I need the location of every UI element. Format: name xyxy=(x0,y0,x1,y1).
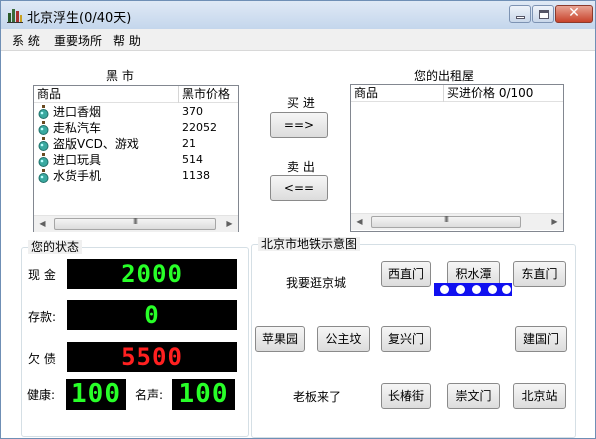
gourd-icon xyxy=(38,105,49,119)
item-price: 1138 xyxy=(182,169,210,182)
station-xizhimen[interactable]: 西直门 xyxy=(381,261,431,287)
item-price: 22052 xyxy=(182,121,217,134)
station-jianguomen[interactable]: 建国门 xyxy=(515,326,567,352)
station-changchunjie[interactable]: 长椿街 xyxy=(381,383,431,409)
station-chongwenmen[interactable]: 崇文门 xyxy=(447,383,500,409)
list-item[interactable]: 盗版VCD、游戏 21 xyxy=(34,136,238,152)
fame-display: 100 xyxy=(172,379,235,410)
station-dongzhimen[interactable]: 东直门 xyxy=(513,261,566,287)
fame-label: 名声: xyxy=(135,388,164,402)
building-icon xyxy=(7,9,23,23)
item-name: 进口香烟 xyxy=(53,105,102,119)
subway-dot xyxy=(502,285,511,294)
scroll-right-icon[interactable]: ▶ xyxy=(221,216,238,232)
black-market-list[interactable]: 商品 黑市价格 进口香烟 370 走私汽车 22052 盗版VCD、游戏 21 进口玩具 51… xyxy=(33,85,239,232)
title-bar: 北京浮生(0/40天) ✕ xyxy=(1,1,595,29)
rental-col-price[interactable]: 买进价格 0/100 xyxy=(444,85,563,102)
main-window: 北京浮生(0/40天) ✕ 系 统 重要场所 帮 助 黑 市 商品 黑市价格 进… xyxy=(0,0,596,439)
rental-scrollbar[interactable]: ◀ III ▶ xyxy=(351,213,563,230)
menu-system[interactable]: 系 统 xyxy=(12,32,40,49)
list-item[interactable]: 进口玩具 514 xyxy=(34,152,238,168)
rental-title: 您的出租屋 xyxy=(414,69,475,83)
col-price[interactable]: 黑市价格 xyxy=(179,86,238,103)
station-fuxingmen[interactable]: 复兴门 xyxy=(381,326,431,352)
item-name: 走私汽车 xyxy=(53,121,102,135)
station-beijingzhan[interactable]: 北京站 xyxy=(513,383,566,409)
boss-hint: 老板来了 xyxy=(293,390,342,404)
gourd-icon xyxy=(38,169,49,183)
menu-places[interactable]: 重要场所 xyxy=(54,32,102,49)
deposit-display: 0 xyxy=(67,300,237,330)
list-item[interactable]: 走私汽车 22052 xyxy=(34,120,238,136)
deposit-label: 存款: xyxy=(28,310,57,324)
menu-bar: 系 统 重要场所 帮 助 xyxy=(1,29,595,51)
rental-col-item[interactable]: 商品 xyxy=(351,85,444,102)
item-name: 盗版VCD、游戏 xyxy=(53,137,139,151)
gourd-icon xyxy=(38,121,49,135)
debt-label: 欠 债 xyxy=(28,352,56,366)
subway-line-indicator xyxy=(434,283,512,296)
scroll-thumb[interactable]: III xyxy=(54,217,216,230)
maximize-icon xyxy=(539,10,549,19)
item-price: 514 xyxy=(182,153,203,166)
col-item[interactable]: 商品 xyxy=(34,86,179,103)
scroll-left-icon[interactable]: ◀ xyxy=(34,216,51,232)
health-display: 100 xyxy=(66,379,126,410)
sell-label: 卖 出 xyxy=(287,160,315,174)
minimize-icon xyxy=(516,16,525,19)
list-item[interactable]: 进口香烟 370 xyxy=(34,104,238,120)
minimize-button[interactable] xyxy=(509,5,531,23)
item-name: 水货手机 xyxy=(53,169,102,183)
black-market-header: 商品 黑市价格 xyxy=(34,86,238,103)
list-item[interactable]: 水货手机 1138 xyxy=(34,168,238,184)
item-price: 370 xyxy=(182,105,203,118)
cash-display: 2000 xyxy=(67,259,237,289)
black-market-title: 黑 市 xyxy=(106,69,134,83)
window-title: 北京浮生(0/40天) xyxy=(27,11,132,26)
cash-label: 现 金 xyxy=(28,268,56,282)
item-name: 进口玩具 xyxy=(53,153,102,167)
station-pingguoyuan[interactable]: 苹果园 xyxy=(255,326,305,352)
scroll-left-icon[interactable]: ◀ xyxy=(351,214,368,230)
black-market-scrollbar[interactable]: ◀ III ▶ xyxy=(34,215,238,232)
buy-button[interactable]: ==> xyxy=(270,112,328,138)
gourd-icon xyxy=(38,137,49,151)
scroll-thumb[interactable]: III xyxy=(371,215,521,228)
item-price: 21 xyxy=(182,137,196,150)
subway-dot xyxy=(472,285,481,294)
subway-dot xyxy=(456,285,465,294)
sell-button[interactable]: <== xyxy=(270,175,328,201)
debt-display: 5500 xyxy=(67,342,237,372)
health-label: 健康: xyxy=(27,388,56,402)
subway-dot xyxy=(440,285,449,294)
status-title: 您的状态 xyxy=(28,240,83,254)
rental-list[interactable]: 商品 买进价格 0/100 ◀ III ▶ xyxy=(350,84,564,232)
subway-title: 北京市地铁示意图 xyxy=(258,237,361,251)
buy-label: 买 进 xyxy=(287,96,315,110)
menu-help[interactable]: 帮 助 xyxy=(113,32,141,49)
scroll-right-icon[interactable]: ▶ xyxy=(546,214,563,230)
stroll-hint: 我要逛京城 xyxy=(286,276,347,290)
rental-header: 商品 买进价格 0/100 xyxy=(351,85,563,102)
station-gongzhufen[interactable]: 公主坟 xyxy=(317,326,370,352)
maximize-button[interactable] xyxy=(532,5,554,23)
gourd-icon xyxy=(38,153,49,167)
close-icon: ✕ xyxy=(568,5,580,21)
close-button[interactable]: ✕ xyxy=(555,5,593,23)
subway-dot xyxy=(488,285,497,294)
